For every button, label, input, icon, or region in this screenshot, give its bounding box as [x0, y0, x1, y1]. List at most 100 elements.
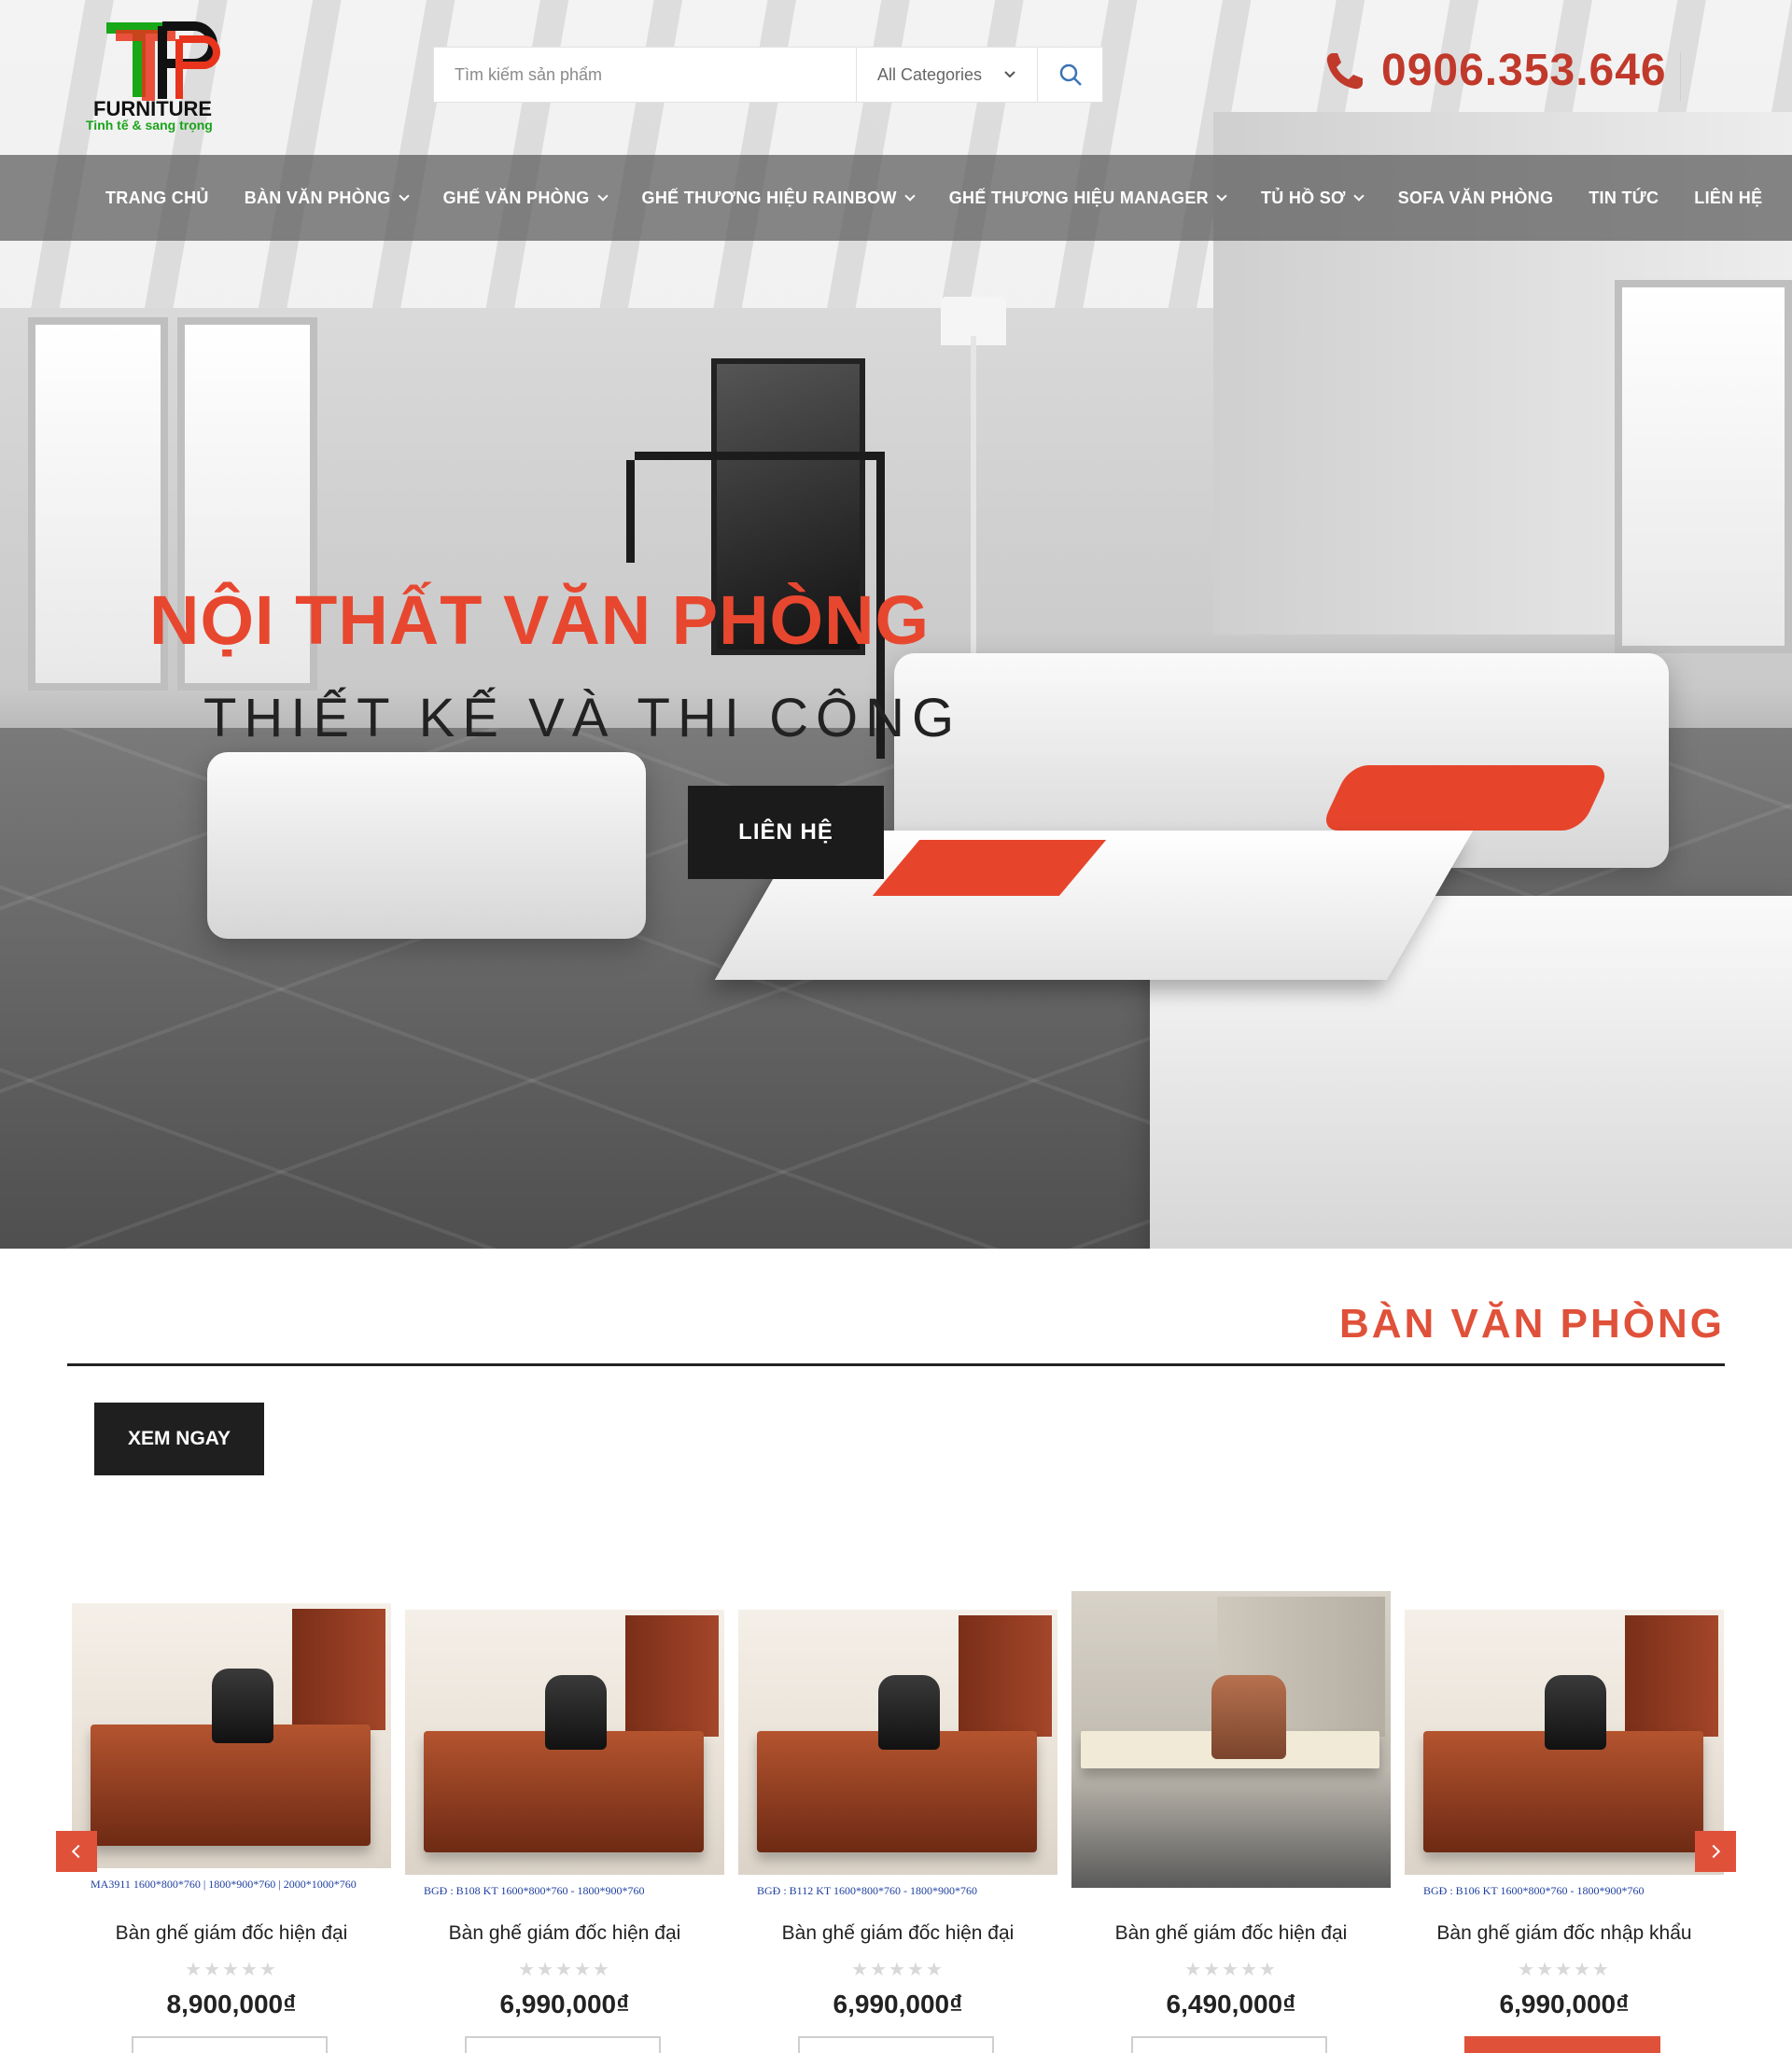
- page: NỘI THẤT VĂN PHÒNG THIẾT KẾ VÀ THI CÔNG …: [0, 0, 1792, 2053]
- rating-stars: ★★★★★: [1071, 1958, 1391, 1980]
- star-icon: ★: [1258, 1958, 1278, 1980]
- hero-window: [1615, 280, 1792, 653]
- header-divider: [1680, 52, 1681, 101]
- product-image-chair: [212, 1669, 273, 1743]
- section-divider: [67, 1363, 1725, 1366]
- chevron-down-icon: [1353, 190, 1365, 202]
- star-icon: ★: [185, 1958, 204, 1980]
- nav-item-6[interactable]: SOFA VĂN PHÒNG: [1398, 189, 1554, 208]
- nav-item-2[interactable]: GHẾ VĂN PHÒNG: [442, 188, 609, 208]
- product-image-label: BGĐ : B108 KT 1600*800*760 - 1800*900*76…: [405, 1875, 724, 1906]
- hero-subtitle: THIẾT KẾ VÀ THI CÔNG: [203, 688, 962, 748]
- product-image-label: BGĐ : B112 KT 1600*800*760 - 1800*900*76…: [738, 1875, 1057, 1906]
- nav-item-4[interactable]: GHẾ THƯƠNG HIỆU MANAGER: [948, 188, 1227, 208]
- nav-item-label: TRANG CHỦ: [105, 188, 209, 207]
- product-card[interactable]: BGĐ : B106 KT 1600*800*760 - 1800*900*76…: [1405, 1586, 1724, 2053]
- add-to-cart-button[interactable]: [1131, 2036, 1327, 2053]
- star-icon: ★: [203, 1958, 223, 1980]
- product-image[interactable]: MA3911 1600*800*760 | 1800*900*760 | 200…: [72, 1603, 391, 1900]
- phone-number: 0906.353.646: [1381, 46, 1667, 95]
- product-image-chair: [878, 1675, 940, 1750]
- hero-title: NỘI THẤT VĂN PHÒNG: [149, 581, 931, 659]
- view-now-button[interactable]: XEM NGAY: [94, 1403, 264, 1475]
- star-icon: ★: [906, 1958, 926, 1980]
- product-card[interactable]: BGĐ : B108 KT 1600*800*760 - 1800*900*76…: [405, 1586, 724, 2053]
- nav-item-label: BÀN VĂN PHÒNG: [244, 188, 391, 207]
- add-to-cart-button[interactable]: [465, 2036, 661, 2053]
- product-image[interactable]: BGĐ : B106 KT 1600*800*760 - 1800*900*76…: [1405, 1610, 1724, 1906]
- nav-item-label: TIN TỨC: [1589, 188, 1659, 207]
- chevron-down-icon: [1216, 190, 1227, 202]
- product-carousel: MA3911 1600*800*760 | 1800*900*760 | 200…: [67, 1586, 1738, 2053]
- star-icon: ★: [1184, 1958, 1204, 1980]
- product-image-cabinet: [959, 1615, 1052, 1737]
- add-to-cart-button[interactable]: [132, 2036, 328, 2053]
- nav-item-label: SOFA VĂN PHÒNG: [1397, 188, 1554, 207]
- search-input[interactable]: [434, 48, 856, 102]
- category-select[interactable]: All Categories: [856, 48, 1037, 102]
- product-price: 8,900,000₫: [166, 1990, 297, 2018]
- star-icon: ★: [1555, 1958, 1574, 1980]
- product-card[interactable]: MA3911 1600*800*760 | 1800*900*760 | 200…: [72, 1586, 391, 2053]
- search-button[interactable]: [1037, 48, 1102, 102]
- nav-item-label: TỦ HỒ SƠ: [1260, 188, 1346, 207]
- nav-item-3[interactable]: GHẾ THƯƠNG HIỆU RAINBOW: [641, 188, 916, 208]
- product-image-label: MA3911 1600*800*760 | 1800*900*760 | 200…: [72, 1868, 391, 1900]
- nav-item-7[interactable]: TIN TỨC: [1589, 189, 1659, 208]
- nav-list: TRANG CHỦ BÀN VĂN PHÒNG GHẾ VĂN PHÒNG GHẾ T…: [0, 155, 1792, 241]
- product-card[interactable]: Bàn ghế giám đốc hiện đại ★★★★★ 6,490,000₫: [1071, 1586, 1391, 2053]
- product-name[interactable]: Bàn ghế giám đốc nhập khẩu: [1405, 1922, 1724, 1945]
- nav-item-5[interactable]: TỦ HỒ SƠ: [1260, 188, 1365, 208]
- add-to-cart-button[interactable]: [1464, 2036, 1660, 2053]
- product-name[interactable]: Bàn ghế giám đốc hiện đại: [405, 1922, 724, 1945]
- chevron-left-icon: [71, 1844, 86, 1859]
- add-to-cart-button[interactable]: [798, 2036, 994, 2053]
- contact-button[interactable]: LIÊN HỆ: [688, 786, 884, 879]
- star-icon: ★: [573, 1958, 593, 1980]
- nav-item-label: GHẾ VĂN PHÒNG: [442, 188, 590, 207]
- hero-sofa-left: [207, 752, 646, 939]
- star-icon: ★: [870, 1958, 889, 1980]
- category-select-value: All Categories: [877, 64, 983, 84]
- carousel-next-button[interactable]: [1695, 1831, 1736, 1872]
- rating-stars: ★★★★★: [72, 1958, 391, 1980]
- star-icon: ★: [1203, 1958, 1223, 1980]
- nav-item-label: GHẾ THƯƠNG HIỆU RAINBOW: [641, 188, 897, 207]
- product-card[interactable]: BGĐ : B112 KT 1600*800*760 - 1800*900*76…: [738, 1586, 1057, 2053]
- nav-item-1[interactable]: BÀN VĂN PHÒNG: [244, 188, 410, 208]
- nav-item-label: GHẾ THƯƠNG HIỆU MANAGER: [948, 188, 1209, 207]
- product-name[interactable]: Bàn ghế giám đốc hiện đại: [72, 1922, 391, 1945]
- product-image-chair: [545, 1675, 607, 1750]
- hero-pillow: [1319, 765, 1612, 831]
- rating-stars: ★★★★★: [405, 1958, 724, 1980]
- nav-item-8[interactable]: LIÊN HỆ: [1694, 189, 1762, 208]
- hotline[interactable]: 0906.353.646: [1323, 45, 1667, 96]
- product-image-chair: [1211, 1675, 1286, 1759]
- star-icon: ★: [537, 1958, 556, 1980]
- logo-tagline: Tinh tế & sang trọng: [86, 118, 213, 133]
- star-icon: ★: [851, 1958, 871, 1980]
- chevron-down-icon: [398, 190, 410, 202]
- product-image[interactable]: BGĐ : B112 KT 1600*800*760 - 1800*900*76…: [738, 1610, 1057, 1906]
- star-icon: ★: [240, 1958, 259, 1980]
- product-image[interactable]: [1071, 1591, 1391, 1888]
- star-icon: ★: [592, 1958, 611, 1980]
- phone-icon: [1326, 52, 1363, 89]
- product-name[interactable]: Bàn ghế giám đốc hiện đại: [1071, 1922, 1391, 1945]
- product-name[interactable]: Bàn ghế giám đốc hiện đại: [738, 1922, 1057, 1945]
- nav-item-0[interactable]: TRANG CHỦ: [105, 189, 209, 208]
- star-icon: ★: [889, 1958, 907, 1980]
- star-icon: ★: [1573, 1958, 1592, 1980]
- rating-stars: ★★★★★: [738, 1958, 1057, 1980]
- search-bar: All Categories: [433, 47, 1103, 103]
- carousel-prev-button[interactable]: [56, 1831, 97, 1872]
- star-icon: ★: [1536, 1958, 1556, 1980]
- logo[interactable]: FURNITURE Tinh tế & sang trọng: [84, 17, 233, 136]
- nav-item-label: LIÊN HỆ: [1694, 188, 1763, 207]
- product-image-cabinet: [625, 1615, 719, 1737]
- chevron-down-icon: [596, 190, 609, 202]
- star-icon: ★: [259, 1958, 278, 1980]
- star-icon: ★: [1591, 1958, 1611, 1980]
- star-icon: ★: [1239, 1958, 1259, 1980]
- product-image[interactable]: BGĐ : B108 KT 1600*800*760 - 1800*900*76…: [405, 1610, 724, 1906]
